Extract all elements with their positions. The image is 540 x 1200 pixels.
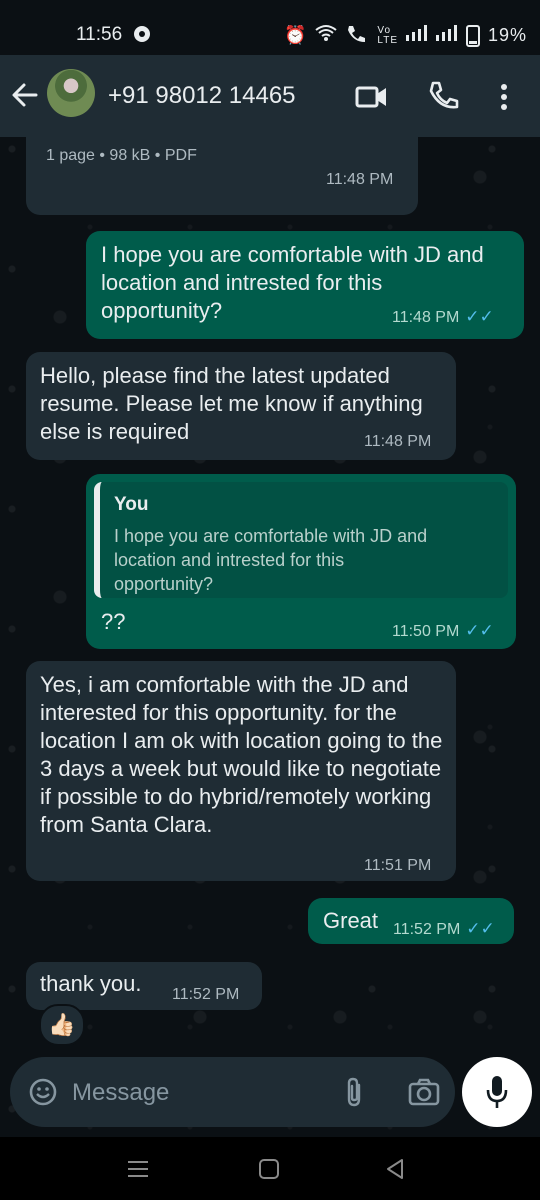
- status-time: 11:56: [76, 24, 123, 45]
- message-text: Great: [323, 908, 379, 933]
- message-time: 11:50 PM: [392, 623, 460, 640]
- home-icon[interactable]: [255, 1155, 283, 1183]
- outgoing-reply-message[interactable]: You I hope you are comfortable with JD a…: [86, 474, 516, 649]
- message-time: 11:52 PM: [393, 921, 461, 938]
- message-time: 11:52 PM: [172, 986, 240, 1003]
- app-notification-icon: [134, 26, 150, 42]
- outgoing-message[interactable]: Great 11:52 PM ✓✓: [308, 898, 514, 944]
- read-ticks-icon: ✓✓: [465, 621, 494, 640]
- recent-apps-icon[interactable]: [124, 1155, 152, 1183]
- quoted-text: I hope you are comfortable with JD and l…: [114, 526, 428, 594]
- read-ticks-icon: ✓✓: [466, 919, 495, 938]
- message-input-bar[interactable]: Message: [10, 1057, 455, 1127]
- signal-icon-1: [406, 25, 428, 46]
- message-text: Yes, i am comfortable with the JD and in…: [40, 672, 443, 837]
- microphone-icon: [485, 1074, 509, 1110]
- wifi-calling-icon: [345, 24, 369, 47]
- sticker-emoji-icon[interactable]: [28, 1077, 58, 1107]
- message-time-wrap: 11:48 PM ✓✓: [392, 307, 494, 327]
- message-input[interactable]: Message: [72, 1079, 169, 1107]
- read-ticks-icon: ✓✓: [465, 307, 494, 326]
- quoted-message[interactable]: You I hope you are comfortable with JD a…: [94, 482, 508, 598]
- alarm-icon: ⏰: [284, 25, 308, 45]
- phone-call-icon[interactable]: [425, 79, 461, 115]
- signal-icon-2: [436, 25, 458, 46]
- message-time: 11:48 PM: [392, 309, 460, 326]
- back-arrow-icon[interactable]: [10, 77, 40, 113]
- message-text: ??: [101, 609, 126, 634]
- message-time-wrap: 11:52 PM ✓✓: [393, 919, 495, 939]
- avatar[interactable]: [47, 69, 95, 117]
- message-time: 11:51 PM: [364, 857, 432, 874]
- system-nav-bar: [0, 1137, 540, 1200]
- volte-icon: Vo LTE: [377, 24, 399, 46]
- paperclip-icon[interactable]: [342, 1075, 366, 1109]
- battery-percent: 19%: [488, 25, 528, 45]
- reaction-thumbs-up-icon[interactable]: 👍🏻: [39, 1004, 85, 1046]
- camera-icon[interactable]: [408, 1077, 440, 1107]
- chat-header: +91 98012 14465: [0, 55, 540, 137]
- video-call-icon[interactable]: [354, 79, 390, 115]
- incoming-message[interactable]: thank you. 11:52 PM: [26, 962, 262, 1010]
- back-nav-icon[interactable]: [382, 1155, 410, 1183]
- chat-area[interactable]: 1 page • 98 kB • PDF 11:48 PM I hope you…: [0, 137, 540, 1137]
- more-vertical-icon[interactable]: [492, 79, 516, 115]
- status-icons: ⏰ Vo LTE 19%: [284, 24, 527, 47]
- incoming-message[interactable]: Yes, i am comfortable with the JD and in…: [26, 661, 456, 881]
- message-time: 11:48 PM: [364, 433, 432, 450]
- quoted-author: You: [114, 494, 149, 515]
- document-meta: 1 page • 98 kB • PDF: [46, 147, 197, 164]
- outgoing-message[interactable]: I hope you are comfortable with JD and l…: [86, 231, 524, 339]
- battery-icon: [466, 24, 481, 47]
- message-text: thank you.: [40, 971, 142, 996]
- incoming-message[interactable]: Hello, please find the latest updated re…: [26, 352, 456, 460]
- message-time-wrap: 11:50 PM ✓✓: [392, 621, 494, 641]
- document-message[interactable]: 1 page • 98 kB • PDF 11:48 PM: [26, 137, 418, 215]
- contact-name[interactable]: +91 98012 14465: [108, 82, 296, 110]
- wifi-icon: [315, 24, 338, 47]
- message-time: 11:48 PM: [326, 171, 394, 188]
- mic-button[interactable]: [462, 1057, 532, 1127]
